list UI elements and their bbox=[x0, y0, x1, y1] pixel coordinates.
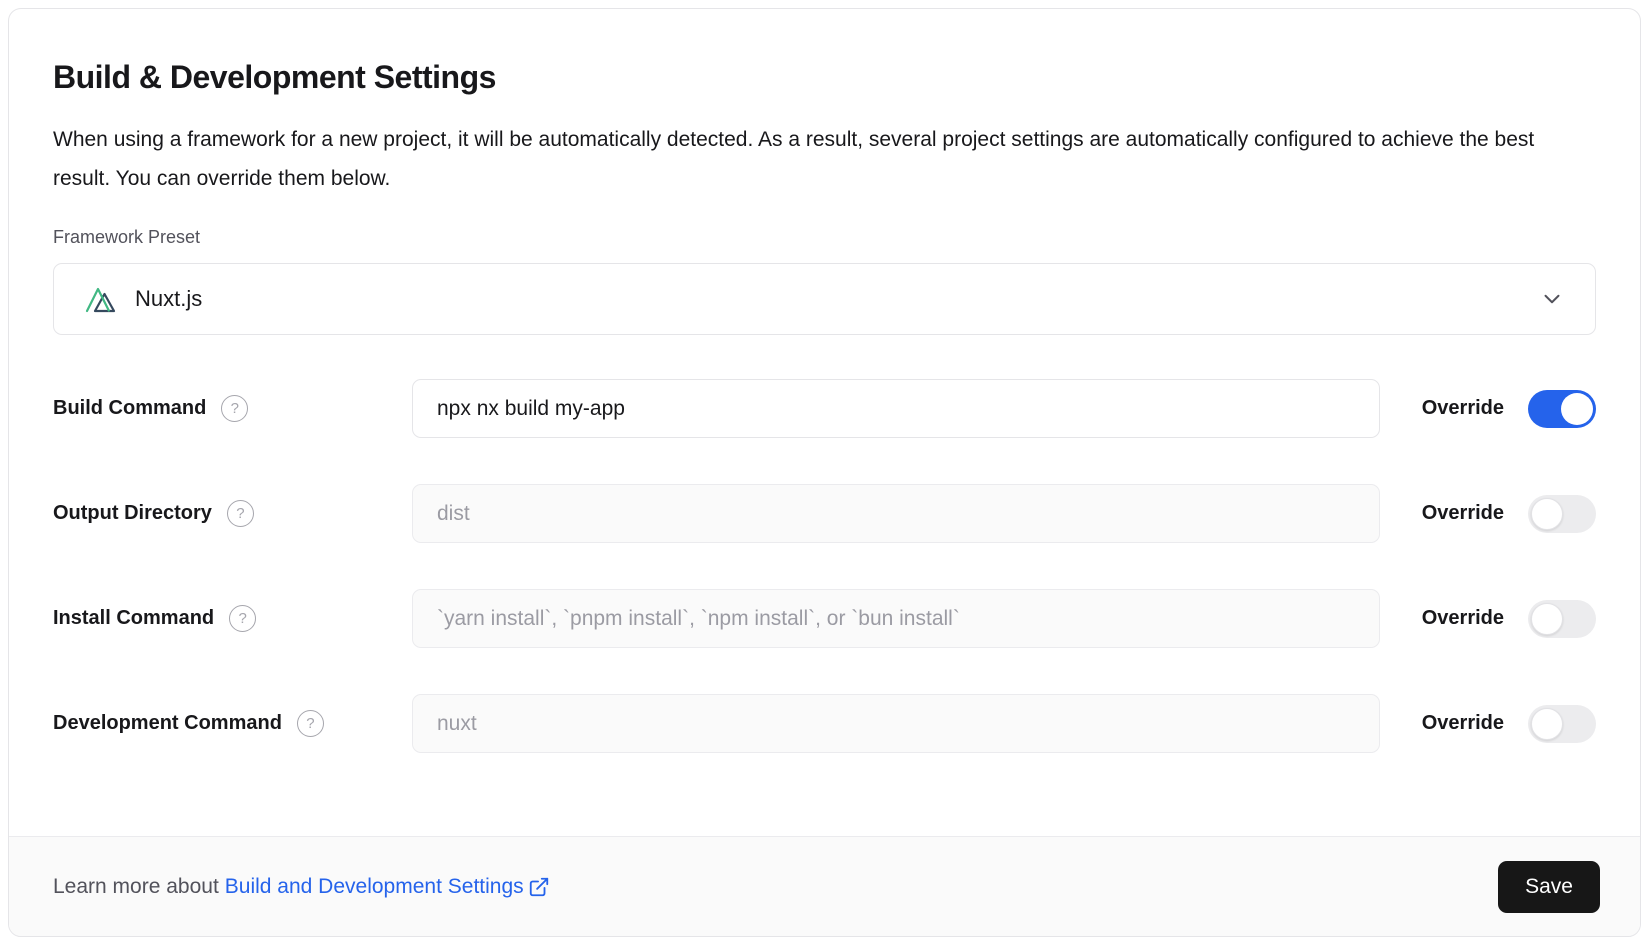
override-label: Override bbox=[1422, 397, 1504, 420]
build-settings-docs-link[interactable]: Build and Development Settings bbox=[225, 875, 550, 899]
build-command-input[interactable] bbox=[412, 379, 1380, 438]
override-label: Override bbox=[1422, 607, 1504, 630]
chevron-down-icon bbox=[1539, 286, 1565, 312]
override-label: Override bbox=[1422, 712, 1504, 735]
build-command-label: Build Command bbox=[53, 397, 206, 420]
help-icon[interactable]: ? bbox=[297, 710, 324, 737]
install-command-row: Install Command ? Override bbox=[53, 589, 1596, 648]
save-button[interactable]: Save bbox=[1498, 861, 1600, 913]
framework-preset-select[interactable]: Nuxt.js bbox=[53, 263, 1596, 335]
install-command-override-toggle[interactable] bbox=[1528, 600, 1596, 638]
override-label: Override bbox=[1422, 502, 1504, 525]
toggle-knob bbox=[1561, 393, 1593, 425]
development-command-override-toggle[interactable] bbox=[1528, 705, 1596, 743]
framework-preset-label: Framework Preset bbox=[53, 226, 1596, 248]
build-dev-settings-card: Build & Development Settings When using … bbox=[8, 8, 1641, 937]
build-command-row: Build Command ? Override bbox=[53, 379, 1596, 438]
help-icon[interactable]: ? bbox=[227, 500, 254, 527]
nuxt-logo-icon bbox=[84, 281, 120, 317]
settings-description: When using a framework for a new project… bbox=[53, 120, 1568, 198]
learn-more-text: Learn more about bbox=[53, 875, 219, 899]
development-command-row: Development Command ? Override bbox=[53, 694, 1596, 753]
help-icon[interactable]: ? bbox=[221, 395, 248, 422]
help-icon[interactable]: ? bbox=[229, 605, 256, 632]
output-directory-row: Output Directory ? Override bbox=[53, 484, 1596, 543]
docs-link-label: Build and Development Settings bbox=[225, 875, 524, 899]
toggle-knob bbox=[1531, 498, 1563, 530]
output-directory-input bbox=[412, 484, 1380, 543]
install-command-label: Install Command bbox=[53, 607, 214, 630]
install-command-input bbox=[412, 589, 1380, 648]
page-title: Build & Development Settings bbox=[53, 58, 1596, 96]
development-command-label: Development Command bbox=[53, 712, 282, 735]
card-footer: Learn more about Build and Development S… bbox=[9, 836, 1640, 936]
toggle-knob bbox=[1531, 603, 1563, 635]
output-directory-override-toggle[interactable] bbox=[1528, 495, 1596, 533]
output-directory-label: Output Directory bbox=[53, 502, 212, 525]
development-command-input bbox=[412, 694, 1380, 753]
build-command-override-toggle[interactable] bbox=[1528, 390, 1596, 428]
toggle-knob bbox=[1531, 708, 1563, 740]
external-link-icon bbox=[528, 876, 550, 898]
framework-preset-value: Nuxt.js bbox=[135, 286, 202, 312]
